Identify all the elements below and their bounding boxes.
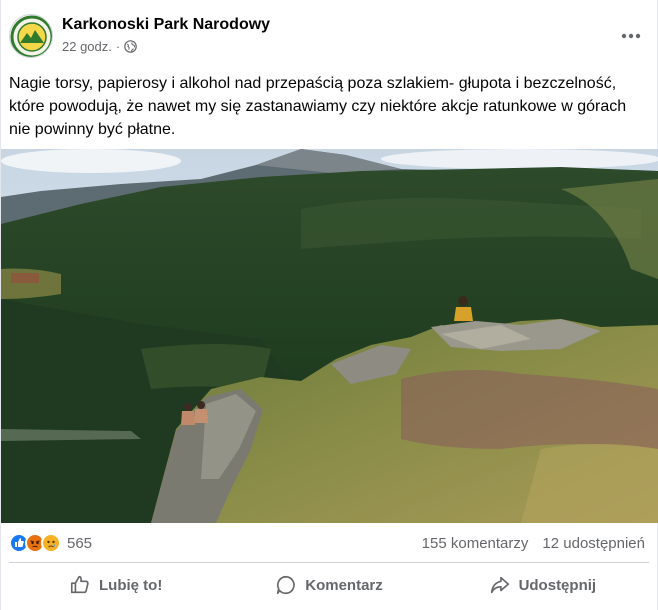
comments-count[interactable]: 155 komentarzy xyxy=(422,535,529,552)
reaction-count: 565 xyxy=(67,534,93,552)
post-time[interactable]: 22 godz. xyxy=(62,39,112,54)
globe-icon[interactable] xyxy=(124,40,138,53)
post-text: Nagie torsy, papierosy i alkohol nad prz… xyxy=(9,75,627,138)
comment-bubble-icon xyxy=(277,575,295,595)
mountain-landscape-image xyxy=(1,149,658,523)
share-arrow-icon xyxy=(490,576,509,594)
engagement-counts: 155 komentarzy 12 udostępnień xyxy=(422,535,645,552)
shares-count[interactable]: 12 udostępnień xyxy=(542,535,645,552)
post-actions: Lubię to! Komentarz Udostępnij xyxy=(9,566,649,604)
share-button[interactable]: Udostępnij xyxy=(436,566,649,604)
like-label: Lubię to! xyxy=(99,576,163,594)
park-logo-icon xyxy=(10,15,52,57)
post-stats: 565 155 komentarzy 12 udostępnień xyxy=(9,532,645,554)
actions-divider xyxy=(9,562,649,563)
sad-icon xyxy=(41,533,61,553)
page-name[interactable]: Karkonoski Park Narodowy xyxy=(62,16,270,34)
more-dots-icon xyxy=(621,33,641,39)
facebook-post: Karkonoski Park Narodowy 22 godz. · Nagi… xyxy=(0,0,658,610)
post-photo[interactable] xyxy=(1,149,658,523)
meta-separator: · xyxy=(115,39,121,54)
comment-button[interactable]: Komentarz xyxy=(222,566,435,604)
post-header: Karkonoski Park Narodowy 22 godz. · xyxy=(9,12,649,60)
comment-label: Komentarz xyxy=(305,576,383,594)
like-button[interactable]: Lubię to! xyxy=(9,566,222,604)
reactions-summary[interactable]: 565 xyxy=(9,533,92,553)
share-label: Udostępnij xyxy=(518,576,597,594)
thumbs-up-icon xyxy=(70,575,89,594)
post-menu-button[interactable] xyxy=(617,22,645,50)
page-avatar[interactable] xyxy=(9,14,53,58)
post-meta: 22 godz. · xyxy=(62,39,138,54)
